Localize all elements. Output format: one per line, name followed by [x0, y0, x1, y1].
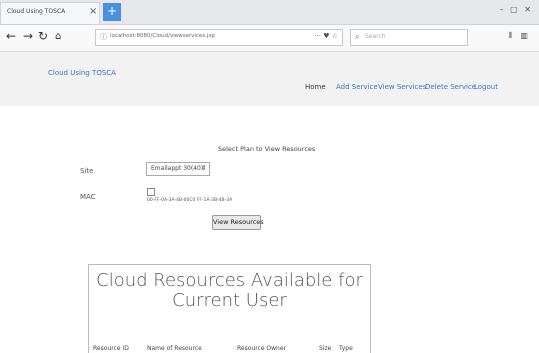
resources-title: Cloud Resources Available for Current Us…	[96, 270, 363, 311]
menu-view-services[interactable]: View Services	[378, 83, 426, 91]
close-tab-icon[interactable]: ×	[89, 6, 97, 17]
mac-checkbox[interactable]	[147, 188, 155, 196]
resources-panel: Cloud Resources Available for Current Us…	[88, 264, 371, 353]
site-select-value: Emailappt 30(40)	[151, 165, 204, 172]
back-arrow-icon[interactable]: ←	[6, 29, 16, 43]
tab-title: Cloud Using TOSCA	[7, 8, 66, 15]
menu-logout[interactable]: Logout	[474, 83, 498, 91]
column-header-owner: Resource Owner	[237, 345, 287, 352]
home-icon[interactable]: ⌂	[55, 31, 61, 42]
search-icon: ⌕	[355, 32, 360, 41]
view-resources-button[interactable]: View Resources	[212, 215, 264, 230]
site-header: Cloud Using TOSCA Home Add Service View …	[0, 52, 539, 106]
browser-nav-bar: ← → ↻ ⌂ ⓘ localhost:8080/Cloud/viewservi…	[0, 25, 539, 52]
site-select[interactable]: Emailappt 30(40) ⇕	[146, 162, 210, 176]
column-header-size: Size	[319, 345, 332, 352]
library-sidebar-icons[interactable]: ⫴ ▥	[509, 31, 531, 41]
column-header-name: Name of Resource	[147, 345, 202, 352]
reload-icon[interactable]: ↻	[38, 29, 48, 43]
info-icon[interactable]: ⓘ	[100, 32, 107, 42]
url-bar[interactable]: ⓘ localhost:8080/Cloud/viewservices.jsp …	[95, 29, 343, 46]
brand-title[interactable]: Cloud Using TOSCA	[48, 69, 116, 77]
site-label: Site	[80, 167, 94, 175]
mac-label: MAC	[80, 193, 96, 201]
chevron-down-icon: ⇕	[201, 164, 207, 172]
menu-add-service[interactable]: Add Service	[336, 83, 378, 91]
forward-arrow-icon[interactable]: →	[23, 29, 33, 43]
browser-tab[interactable]: Cloud Using TOSCA ×	[0, 2, 100, 24]
window-controls[interactable]: – ▢ ✕	[500, 5, 533, 14]
page-actions-icons[interactable]: ··· ♥ ☆	[314, 32, 338, 40]
mac-value: 00-FF-0A-3A-4B-00C0 FF-1A-3B-4B-3A	[147, 198, 233, 203]
new-tab-button[interactable]: +	[103, 3, 121, 21]
column-header-resource-id: Resource ID	[93, 345, 129, 352]
column-header-type: Type	[339, 345, 353, 352]
menu-delete-service[interactable]: Delete Service	[425, 83, 476, 91]
form-title: Select Plan to View Resources	[218, 145, 316, 153]
search-input[interactable]: ⌕ Search	[350, 29, 468, 46]
search-placeholder: Search	[365, 33, 386, 40]
browser-tab-bar: Cloud Using TOSCA × + – ▢ ✕	[0, 0, 539, 25]
menu-home[interactable]: Home	[305, 83, 326, 91]
url-text[interactable]: localhost:8080/Cloud/viewservices.jsp	[110, 33, 215, 39]
